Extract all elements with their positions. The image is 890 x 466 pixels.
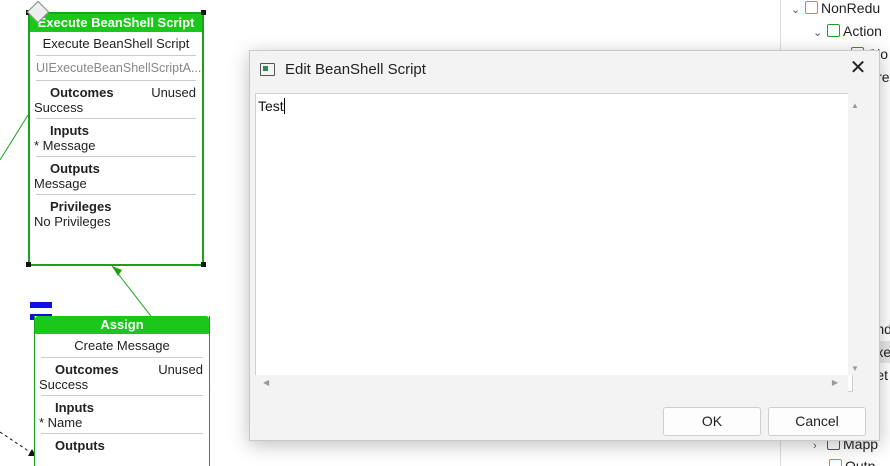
window-icon: [260, 63, 275, 76]
edit-beanshell-dialog: Edit BeanShell Script ✕ Test ▲ ▼ ◀ ▶ OK …: [249, 50, 880, 441]
outcomes-section: Outcomes Unused Success: [39, 358, 203, 396]
script-text[interactable]: Test: [258, 98, 285, 114]
chevron-down-icon[interactable]: ⌄: [813, 22, 827, 44]
connector-arrowhead: [112, 266, 122, 276]
ok-button[interactable]: OK: [663, 407, 761, 436]
inputs-section: Inputs * Name: [39, 396, 203, 434]
node-ui-id: UIExecuteBeanShellScriptA...: [36, 56, 201, 81]
horizontal-scrollbar[interactable]: ◀ ▶: [255, 375, 848, 392]
node-name: Execute BeanShell Script: [36, 32, 196, 56]
privileges-title: Privileges: [50, 199, 112, 214]
outputs-value: Message: [34, 176, 87, 191]
resize-handle[interactable]: [26, 262, 31, 267]
node-header: Execute BeanShell Script: [30, 14, 202, 32]
text-caret: [283, 98, 285, 114]
process-icon: [805, 1, 818, 14]
outcomes-status: Unused: [158, 362, 203, 377]
assign-node[interactable]: Assign Create Message Outcomes Unused Su…: [34, 316, 210, 466]
scroll-up-icon[interactable]: ▲: [851, 101, 859, 110]
outcomes-value: Success: [34, 100, 84, 115]
scroll-right-icon[interactable]: ▶: [832, 378, 838, 387]
execute-beanshell-node[interactable]: Execute BeanShell Script Execute BeanShe…: [28, 12, 204, 266]
scroll-down-icon[interactable]: ▼: [851, 364, 859, 373]
tree-item[interactable]: ⌄ Action: [813, 20, 882, 42]
assign-icon: [30, 302, 52, 308]
close-icon[interactable]: ✕: [847, 57, 869, 79]
outcomes-section: Outcomes Unused Success: [34, 81, 196, 119]
vertical-scrollbar[interactable]: ▲ ▼: [848, 93, 862, 375]
connector-line-left: [0, 114, 29, 161]
inputs-title: Inputs: [55, 400, 94, 415]
inputs-value: * Message: [34, 138, 96, 153]
resize-handle[interactable]: [201, 262, 206, 267]
outputs-title: Outputs: [50, 161, 100, 176]
dialog-titlebar[interactable]: Edit BeanShell Script ✕: [250, 51, 879, 89]
output-icon: [829, 459, 842, 466]
privileges-value: No Privileges: [34, 214, 111, 229]
tree-item[interactable]: ⌄ NonRedu: [791, 0, 880, 19]
scroll-left-icon[interactable]: ◀: [263, 378, 269, 387]
node-header: Assign: [35, 316, 209, 334]
inputs-title: Inputs: [50, 123, 89, 138]
tree-item[interactable]: Outp: [829, 455, 875, 466]
outputs-title: Outputs: [55, 438, 105, 453]
script-editor[interactable]: Test: [255, 93, 853, 392]
outcomes-status: Unused: [151, 85, 196, 100]
cancel-button[interactable]: Cancel: [768, 407, 866, 436]
outputs-section: Outputs: [41, 434, 203, 456]
resize-handle[interactable]: [201, 10, 206, 15]
outputs-section: Outputs Message: [34, 157, 196, 195]
actions-icon: [827, 24, 840, 37]
outcomes-value: Success: [39, 377, 89, 392]
chevron-down-icon[interactable]: ⌄: [791, 0, 805, 21]
node-name: Create Message: [41, 334, 203, 358]
inputs-value: * Name: [39, 415, 83, 430]
dialog-title: Edit BeanShell Script: [285, 61, 426, 78]
inputs-section: Inputs * Message: [34, 119, 196, 157]
privileges-section: Privileges No Privileges: [34, 195, 196, 232]
